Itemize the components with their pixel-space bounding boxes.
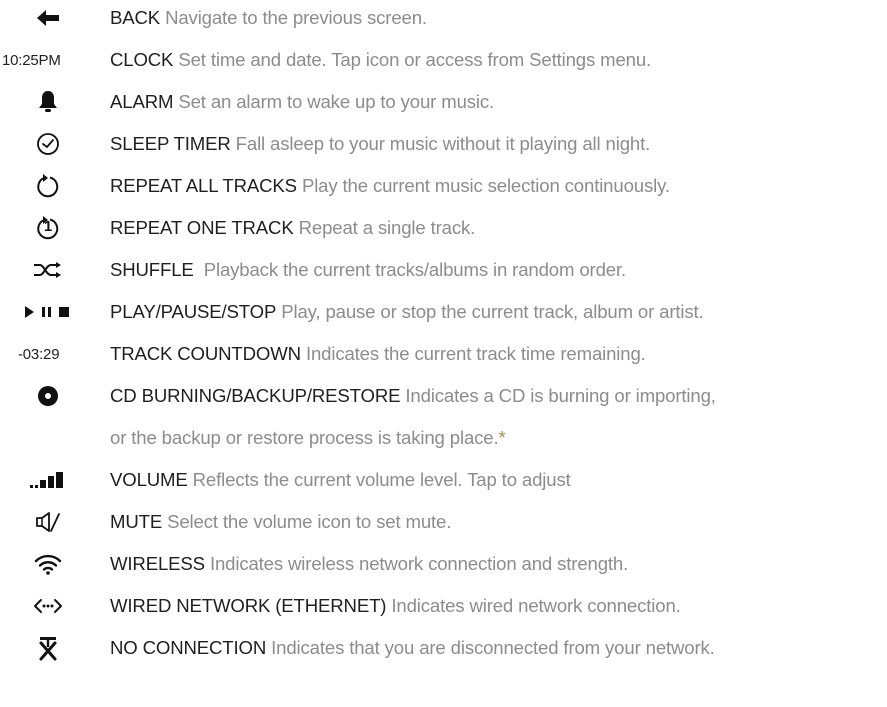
bell-icon bbox=[0, 84, 96, 120]
legend-description: Playback the current tracks/albums in ra… bbox=[198, 259, 626, 280]
legend-description: Set time and date. Tap icon or access fr… bbox=[178, 49, 652, 70]
legend-term: SHUFFLE bbox=[110, 259, 194, 280]
legend-term: SLEEP TIMER bbox=[110, 133, 231, 154]
ethernet-arrows-icon bbox=[0, 588, 96, 624]
legend-term: WIRED NETWORK (ETHERNET) bbox=[110, 595, 387, 616]
legend-term: CD BURNING/BACKUP/RESTORE bbox=[110, 385, 401, 406]
clock-time-readout: 10:25PM bbox=[0, 42, 96, 78]
clock-time-text: 10:25PM bbox=[2, 51, 61, 69]
footnote-mark: * bbox=[498, 427, 506, 448]
legend-description: Navigate to the previous screen. bbox=[165, 7, 427, 28]
legend-description-line2: or the backup or restore process is taki… bbox=[110, 427, 499, 448]
legend-term: TRACK COUNTDOWN bbox=[110, 343, 301, 364]
legend-entry: REPEAT ALL TRACKS Play the current music… bbox=[110, 168, 670, 204]
mute-speaker-icon bbox=[0, 504, 96, 540]
legend-entry: CD BURNING/BACKUP/RESTORE Indicates a CD… bbox=[110, 378, 716, 414]
legend-row-no-connection: NO CONNECTION Indicates that you are dis… bbox=[0, 630, 887, 666]
legend-row-sleep-timer: SLEEP TIMER Fall asleep to your music wi… bbox=[0, 126, 887, 162]
legend-term: REPEAT ALL TRACKS bbox=[110, 175, 297, 196]
legend-row-repeat-one: 1 REPEAT ONE TRACK Repeat a single track… bbox=[0, 210, 887, 246]
legend-entry: SHUFFLE Playback the current tracks/albu… bbox=[110, 252, 626, 288]
legend-row-wireless: WIRELESS Indicates wireless network conn… bbox=[0, 546, 887, 582]
volume-bars-icon bbox=[0, 462, 96, 498]
legend-description: Play, pause or stop the current track, a… bbox=[281, 301, 704, 322]
legend-entry: ALARM Set an alarm to wake up to your mu… bbox=[110, 84, 494, 120]
repeat-one-numeral: 1 bbox=[43, 218, 53, 235]
legend-entry: TRACK COUNTDOWN Indicates the current tr… bbox=[110, 336, 646, 372]
legend-description: Reflects the current volume level. Tap t… bbox=[192, 469, 571, 490]
legend-row-repeat-all: REPEAT ALL TRACKS Play the current music… bbox=[0, 168, 887, 204]
legend-term: PLAY/PAUSE/STOP bbox=[110, 301, 277, 322]
legend-entry: SLEEP TIMER Fall asleep to your music wi… bbox=[110, 126, 650, 162]
legend-entry: WIRELESS Indicates wireless network conn… bbox=[110, 546, 628, 582]
legend-entry: WIRED NETWORK (ETHERNET) Indicates wired… bbox=[110, 588, 681, 624]
legend-description-continued: or the backup or restore process is taki… bbox=[110, 420, 506, 456]
repeat-all-icon bbox=[0, 168, 96, 204]
legend-description: Fall asleep to your music without it pla… bbox=[235, 133, 651, 154]
legend-description: Repeat a single track. bbox=[298, 217, 476, 238]
back-arrow-icon bbox=[0, 0, 96, 36]
legend-description: Select the volume icon to set mute. bbox=[167, 511, 452, 532]
legend-row-shuffle: SHUFFLE Playback the current tracks/albu… bbox=[0, 252, 887, 288]
legend-row-volume: VOLUME Reflects the current volume level… bbox=[0, 462, 887, 498]
legend-row-alarm: ALARM Set an alarm to wake up to your mu… bbox=[0, 84, 887, 120]
no-connection-icon bbox=[0, 630, 96, 666]
legend-description: Set an alarm to wake up to your music. bbox=[178, 91, 495, 112]
countdown-time-text: -03:29 bbox=[18, 345, 60, 363]
legend-row-cd-burning-continued: or the backup or restore process is taki… bbox=[0, 420, 887, 456]
legend-row-wired-network: WIRED NETWORK (ETHERNET) Indicates wired… bbox=[0, 588, 887, 624]
legend-term: CLOCK bbox=[110, 49, 174, 70]
countdown-readout: -03:29 bbox=[0, 336, 96, 372]
legend-row-back: BACK Navigate to the previous screen. bbox=[0, 0, 887, 36]
legend-term: NO CONNECTION bbox=[110, 637, 267, 658]
clock-check-icon bbox=[0, 126, 96, 162]
legend-description: Indicates a CD is burning or importing, bbox=[405, 385, 716, 406]
legend-entry: VOLUME Reflects the current volume level… bbox=[110, 462, 571, 498]
legend-description: Indicates wireless network connection an… bbox=[209, 553, 629, 574]
legend-row-cd-burning: CD BURNING/BACKUP/RESTORE Indicates a CD… bbox=[0, 378, 887, 414]
legend-row-track-countdown: -03:29 TRACK COUNTDOWN Indicates the cur… bbox=[0, 336, 887, 372]
legend-description: Indicates that you are disconnected from… bbox=[271, 637, 715, 658]
legend-term: ALARM bbox=[110, 91, 174, 112]
legend-description: Indicates wired network connection. bbox=[391, 595, 681, 616]
legend-description: Indicates the current track time remaini… bbox=[305, 343, 646, 364]
legend-entry: REPEAT ONE TRACK Repeat a single track. bbox=[110, 210, 475, 246]
cd-disc-icon bbox=[0, 378, 96, 414]
legend-term: WIRELESS bbox=[110, 553, 205, 574]
legend-entry: BACK Navigate to the previous screen. bbox=[110, 0, 427, 36]
legend-entry: CLOCK Set time and date. Tap icon or acc… bbox=[110, 42, 651, 78]
legend-entry: PLAY/PAUSE/STOP Play, pause or stop the … bbox=[110, 294, 704, 330]
shuffle-icon bbox=[0, 252, 96, 288]
legend-row-mute: MUTE Select the volume icon to set mute. bbox=[0, 504, 887, 540]
legend-term: MUTE bbox=[110, 511, 163, 532]
legend-term: BACK bbox=[110, 7, 161, 28]
legend-entry: NO CONNECTION Indicates that you are dis… bbox=[110, 630, 715, 666]
repeat-one-icon: 1 bbox=[0, 210, 96, 246]
legend-term: VOLUME bbox=[110, 469, 188, 490]
legend-row-clock: 10:25PM CLOCK Set time and date. Tap ico… bbox=[0, 42, 887, 78]
wifi-icon bbox=[0, 546, 96, 582]
legend-term: REPEAT ONE TRACK bbox=[110, 217, 294, 238]
play-pause-stop-icon bbox=[0, 294, 96, 330]
legend-row-play-pause-stop: PLAY/PAUSE/STOP Play, pause or stop the … bbox=[0, 294, 887, 330]
legend-entry: MUTE Select the volume icon to set mute. bbox=[110, 504, 451, 540]
legend-description: Play the current music selection continu… bbox=[301, 175, 670, 196]
